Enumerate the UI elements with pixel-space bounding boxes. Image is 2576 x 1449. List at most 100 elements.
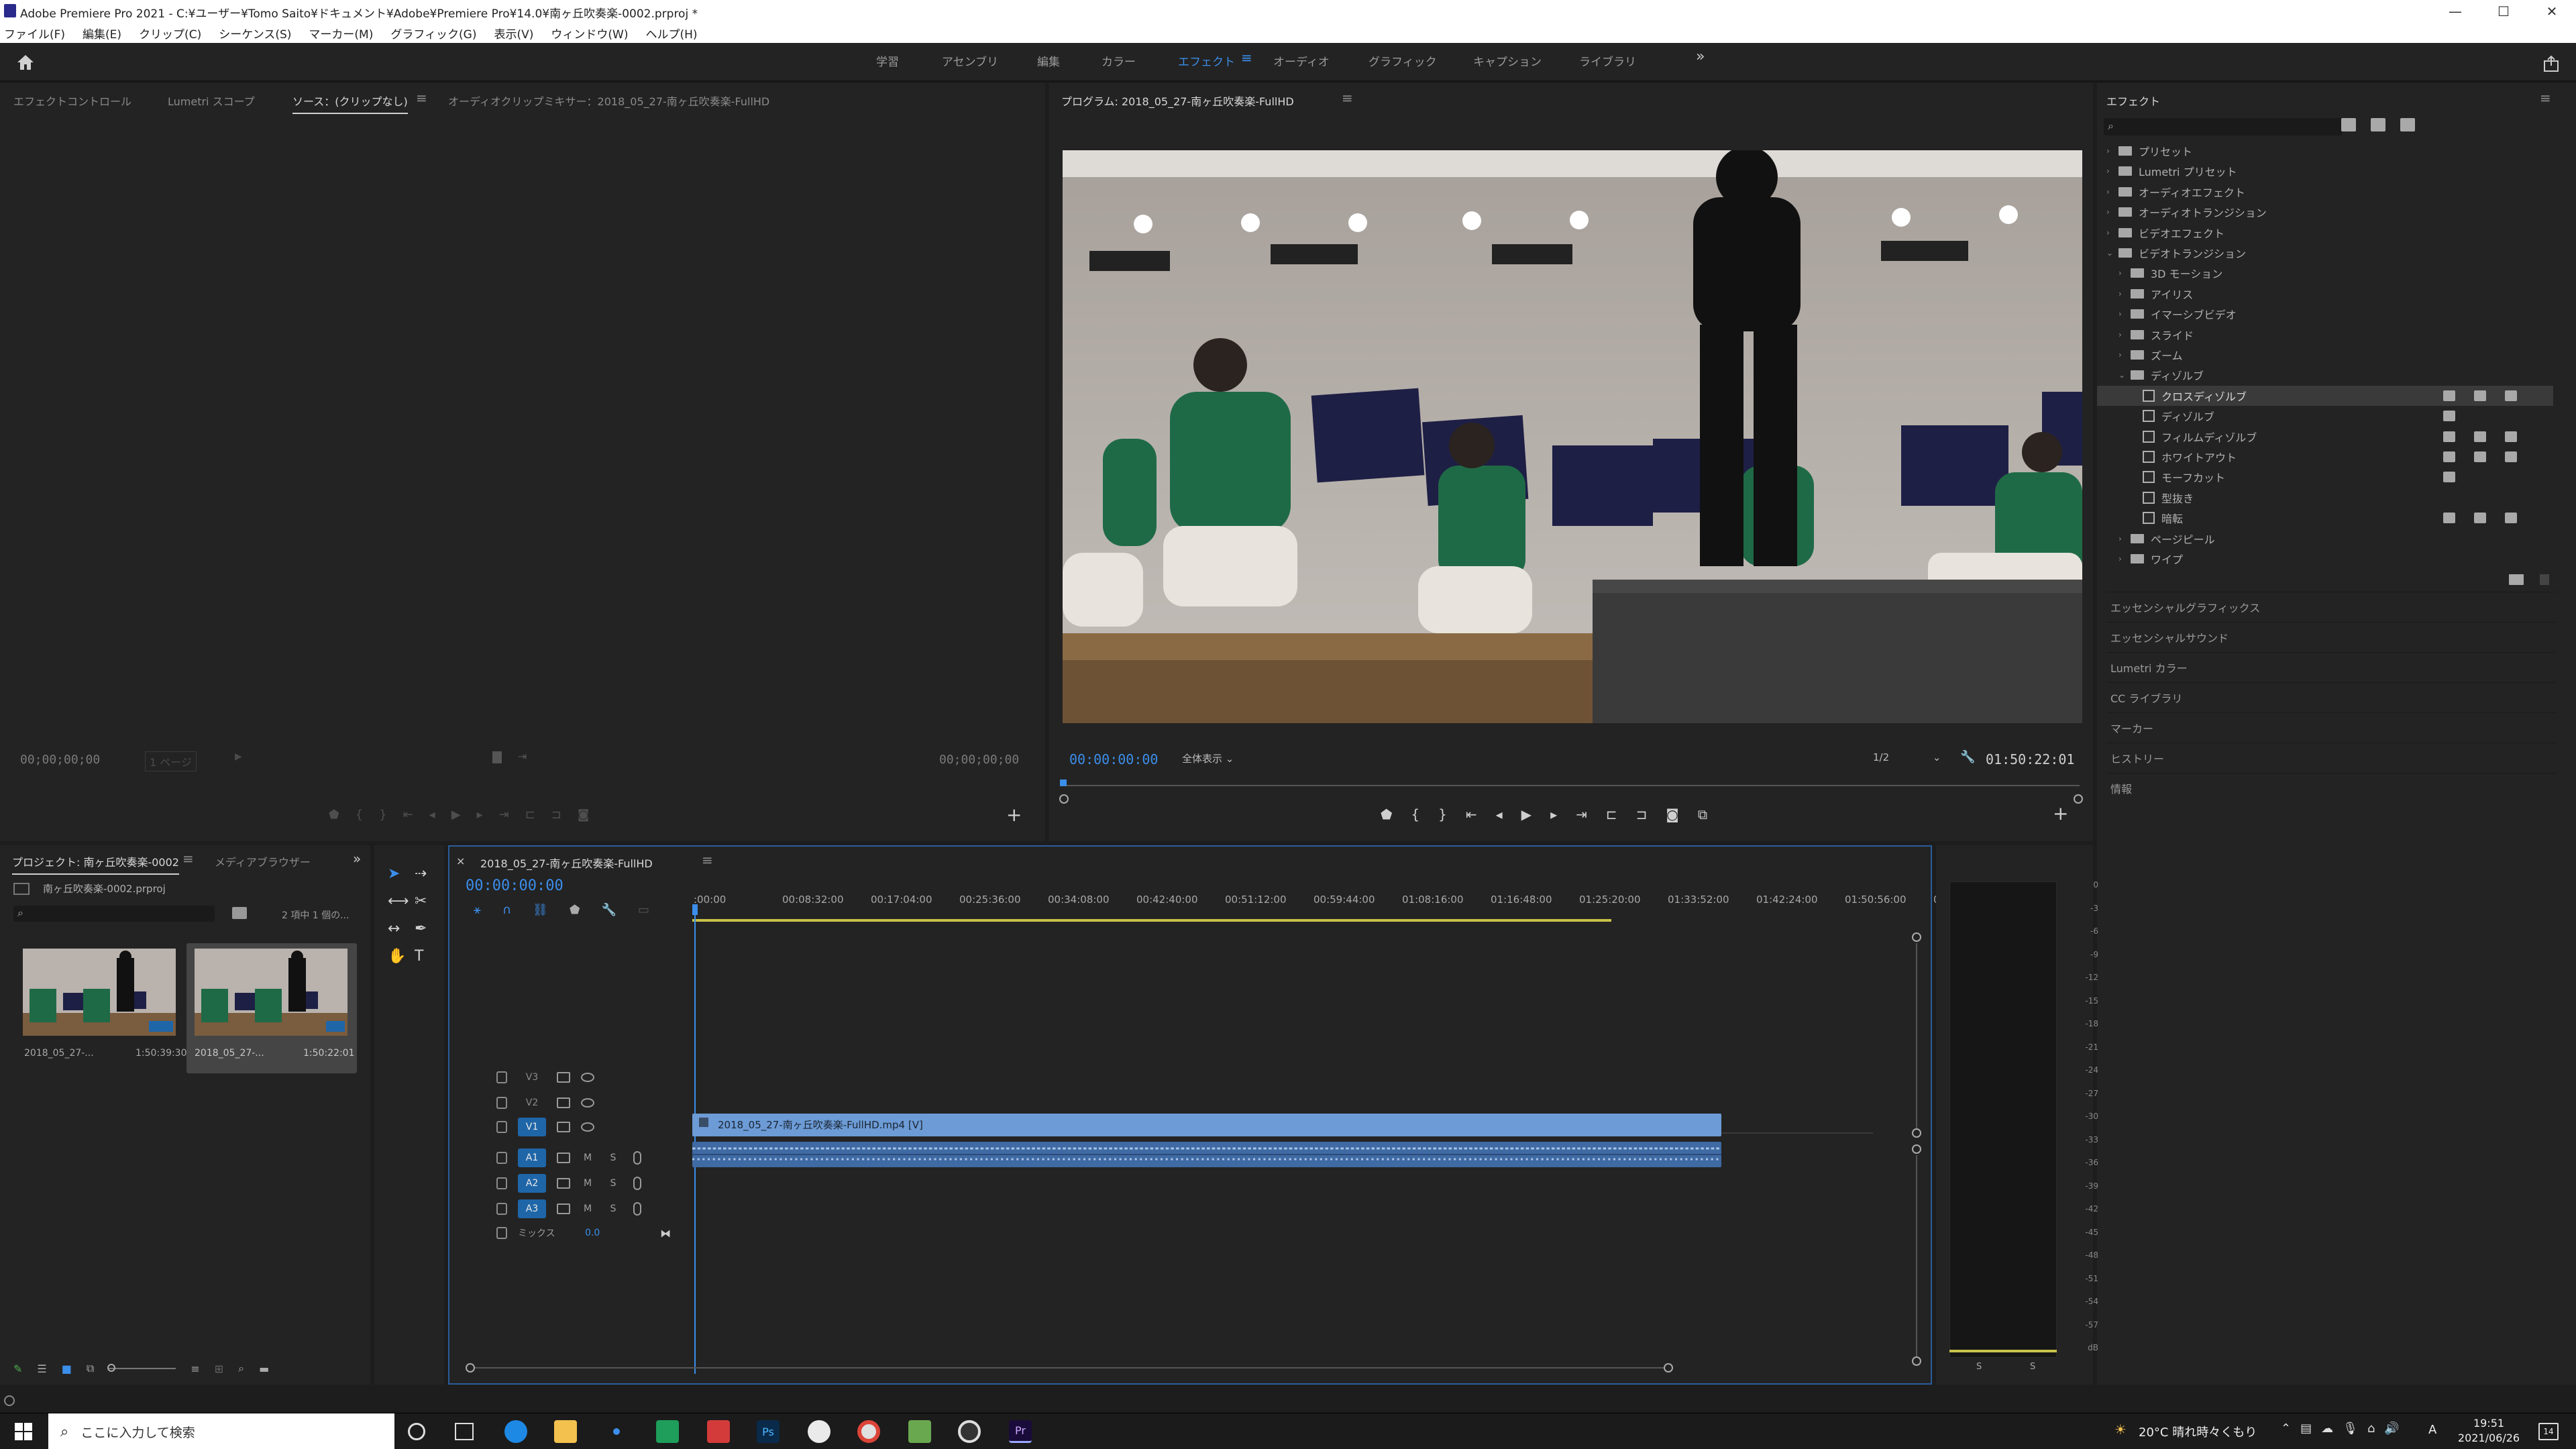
menu-window[interactable]: ウィンドウ(W) [551, 25, 628, 42]
chrome-icon[interactable] [857, 1420, 880, 1443]
timeline-timecode[interactable]: 00:00:00:00 [466, 877, 564, 894]
close-sequence-icon[interactable]: × [456, 855, 465, 867]
go-to-out-icon[interactable]: ⇥ [1576, 806, 1587, 822]
track-target-v1[interactable]: V1 [518, 1118, 546, 1136]
tab-lumetri-scopes[interactable]: Lumetri スコープ [168, 93, 255, 109]
effect-tree-item[interactable]: › ページピール [2097, 529, 2553, 549]
vscroll-top-handle[interactable] [1912, 932, 1921, 942]
chevron-right-icon[interactable]: › [2106, 228, 2118, 237]
home-icon[interactable] [16, 54, 35, 71]
step-back-icon[interactable]: ◂ [1496, 806, 1503, 822]
video-clip[interactable]: 2018_05_27-南ヶ丘吹奏楽-FullHD.mp4 [V] [692, 1114, 1721, 1136]
track-header-a3[interactable]: A3 M S [449, 1197, 684, 1221]
timeline-settings-icon[interactable]: 🔧 [602, 903, 616, 917]
workspace-color[interactable]: カラー [1102, 52, 1136, 69]
collapsed-panel-tab[interactable]: エッセンシャルサウンド [2106, 622, 2556, 651]
taskbar-search-box[interactable]: ⌕ ここに入力して検索 [48, 1413, 394, 1449]
onedrive-icon[interactable]: ☁ [2321, 1421, 2333, 1436]
thumbnail-size-slider[interactable] [107, 1364, 176, 1372]
go-to-in-icon[interactable]: ⇤ [403, 808, 413, 822]
notification-center-icon[interactable]: 14 [2538, 1423, 2559, 1440]
lock-icon[interactable] [496, 1121, 507, 1133]
step-forward-icon[interactable]: ▸ [477, 808, 483, 822]
chevron-right-icon[interactable]: › [2118, 554, 2131, 564]
workspace-learn[interactable]: 学習 [876, 52, 899, 69]
project-clip-item-selected[interactable]: 2018_05_27-... 1:50:22:01 [186, 943, 357, 1073]
share-icon[interactable] [2542, 55, 2560, 72]
volume-icon[interactable]: 🔊 [2384, 1421, 2399, 1436]
media-app-icon[interactable] [958, 1420, 981, 1443]
mix-value[interactable]: 0.0 [585, 1228, 600, 1238]
go-to-out-icon[interactable]: ⇥ [499, 808, 509, 822]
chevron-down-icon[interactable]: ⌄ [2106, 248, 2118, 258]
chevron-down-icon[interactable]: ⌄ [2118, 370, 2131, 380]
itunes-icon[interactable] [808, 1420, 830, 1443]
chevron-right-icon[interactable]: › [2118, 534, 2131, 543]
list-view-icon[interactable]: ☰ [37, 1362, 46, 1375]
mark-out-icon[interactable]: } [379, 808, 386, 822]
collapsed-panel-tab[interactable]: CC ライブラリ [2106, 682, 2556, 712]
excel-like-app-icon[interactable] [656, 1420, 679, 1443]
new-bin-icon[interactable] [2509, 574, 2524, 585]
program-panel-menu-icon[interactable]: ≡ [1342, 90, 1353, 106]
yuv-effects-icon[interactable] [2400, 118, 2415, 131]
workspace-audio[interactable]: オーディオ [1273, 52, 1330, 69]
menu-edit[interactable]: 編集(E) [83, 25, 121, 42]
track-header-v3[interactable]: V3 [449, 1065, 684, 1089]
overwrite-icon[interactable]: ⊐ [551, 808, 561, 822]
audio-vscrollbar[interactable] [1916, 1155, 1917, 1356]
effect-tree-item[interactable]: › Lumetri プリセット [2097, 161, 2553, 181]
workspace-graphics[interactable]: グラフィック [1368, 52, 1437, 69]
collapsed-panel-tab[interactable]: Lumetri カラー [2106, 652, 2556, 682]
audio-vscroll-bottom-handle[interactable] [1912, 1356, 1921, 1366]
effect-tree-item[interactable]: › プリセット [2097, 141, 2553, 161]
program-scrubber-bar[interactable] [1063, 785, 2080, 786]
task-view-icon[interactable] [455, 1423, 474, 1440]
accelerated-effects-icon[interactable] [2341, 118, 2356, 131]
export-frame-icon[interactable]: ◙ [1666, 806, 1678, 822]
mute-button[interactable]: M [582, 1178, 593, 1189]
workspace-captions[interactable]: キャプション [1473, 52, 1542, 69]
track-target-a2[interactable]: A2 [518, 1174, 546, 1193]
effect-tree-item[interactable]: › ビデオエフェクト [2097, 223, 2553, 243]
new-bin-icon[interactable]: ▬ [259, 1362, 269, 1375]
delete-icon[interactable] [2540, 574, 2549, 585]
selection-tool-icon[interactable]: ➤ [388, 865, 415, 882]
track-target-v2[interactable]: V2 [518, 1093, 546, 1112]
snap-icon[interactable]: ∩ [502, 903, 511, 917]
menu-file[interactable]: ファイル(F) [4, 25, 65, 42]
export-frame-icon[interactable]: ◙ [578, 808, 589, 822]
sync-lock-icon[interactable] [557, 1178, 570, 1189]
effects-title[interactable]: エフェクト [2106, 93, 2160, 109]
effect-tree-item[interactable]: › スライド [2097, 325, 2553, 345]
effect-tree-item[interactable]: › 3D モーション [2097, 263, 2553, 283]
find-icon[interactable]: ⌕ [238, 1362, 244, 1375]
icon-view-icon[interactable]: ■ [62, 1362, 72, 1375]
effect-tree-item[interactable]: › ワイプ [2097, 549, 2553, 569]
tab-project[interactable]: プロジェクト: 南ヶ丘吹奏楽-0002 [12, 853, 179, 875]
effect-tree-item[interactable]: › イマーシブビデオ [2097, 304, 2553, 324]
effects-panel-menu-icon[interactable]: ≡ [2540, 90, 2551, 106]
add-marker-icon[interactable]: ⬟ [570, 903, 580, 917]
workspace-assembly[interactable]: アセンブリ [942, 52, 998, 69]
menu-view[interactable]: 表示(V) [494, 25, 533, 42]
track-header-a2[interactable]: A2 M S [449, 1171, 684, 1195]
nest-sequence-icon[interactable]: ⚹ [474, 903, 481, 917]
workspace-effects[interactable]: エフェクト [1178, 52, 1235, 69]
slip-tool-icon[interactable]: ↔ [388, 920, 415, 937]
cortana-icon[interactable] [408, 1423, 425, 1440]
add-marker-icon[interactable]: ⬟ [329, 808, 339, 822]
source-panel-menu-icon[interactable]: ≡ [416, 90, 427, 106]
workspace-menu-icon[interactable]: ≡ [1241, 50, 1252, 66]
timeline-hscrollbar[interactable] [475, 1367, 1664, 1368]
add-marker-icon[interactable]: ⬟ [1381, 806, 1392, 822]
captions-icon[interactable]: ▭ [638, 903, 649, 917]
microphone-icon[interactable] [633, 1151, 641, 1165]
automate-to-sequence-icon[interactable]: ⊞ [215, 1362, 223, 1375]
ripple-edit-tool-icon[interactable]: ⟷ [388, 893, 415, 910]
weather-text[interactable]: 20°C 晴れ時々くもり [2139, 1423, 2257, 1440]
go-to-end-icon[interactable]: ⧓ [660, 1227, 671, 1240]
eye-icon[interactable] [581, 1122, 594, 1132]
photoshop-icon[interactable]: Ps [757, 1420, 780, 1443]
eye-icon[interactable] [581, 1073, 594, 1082]
